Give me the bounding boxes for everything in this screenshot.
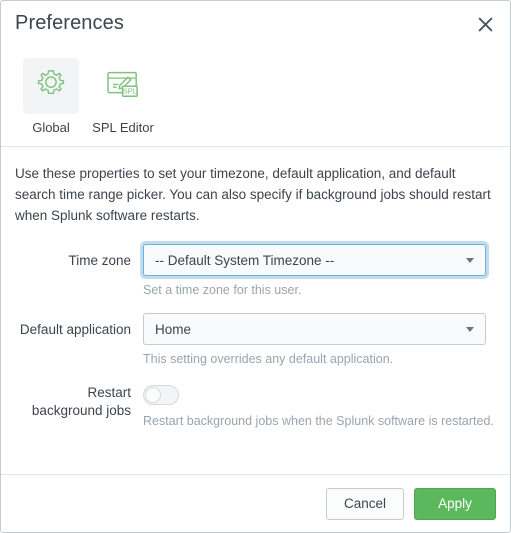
tab-spl-editor[interactable]: SPL SPL Editor bbox=[87, 58, 159, 146]
tab-global-label: Global bbox=[32, 120, 70, 135]
preferences-dialog: Preferences Global SPL SPL Editor Use th… bbox=[0, 0, 511, 533]
restart-background-jobs-label-line1: Restart bbox=[87, 385, 131, 400]
tab-global-icon-box bbox=[23, 58, 79, 114]
svg-text:SPL: SPL bbox=[123, 86, 138, 95]
default-application-select-value: Home bbox=[155, 321, 192, 337]
restart-background-jobs-label: Restart background jobs bbox=[15, 382, 143, 420]
gear-icon bbox=[32, 65, 70, 108]
cancel-button[interactable]: Cancel bbox=[326, 487, 404, 520]
restart-background-jobs-toggle[interactable] bbox=[143, 385, 179, 405]
default-application-select[interactable]: Home bbox=[143, 313, 486, 345]
timezone-select-value: -- Default System Timezone -- bbox=[155, 252, 335, 268]
timezone-label: Time zone bbox=[68, 253, 131, 268]
apply-button[interactable]: Apply bbox=[414, 487, 496, 520]
tab-spl-editor-label: SPL Editor bbox=[92, 120, 154, 135]
form-row-default-application: Default application Home This setting ov… bbox=[15, 313, 496, 368]
close-button[interactable] bbox=[472, 11, 498, 37]
intro-text: Use these properties to set your timezon… bbox=[15, 166, 491, 223]
spl-editor-icon: SPL bbox=[103, 65, 143, 108]
restart-background-jobs-help: Restart background jobs when the Splunk … bbox=[143, 414, 494, 428]
dialog-footer: Cancel Apply bbox=[1, 474, 510, 532]
timezone-help: Set a time zone for this user. bbox=[143, 283, 302, 297]
tab-global[interactable]: Global bbox=[15, 58, 87, 146]
form-row-restart-background-jobs: Restart background jobs Restart backgrou… bbox=[15, 382, 496, 430]
toggle-knob bbox=[145, 387, 161, 403]
form-row-timezone: Time zone -- Default System Timezone -- … bbox=[15, 244, 496, 299]
page-title: Preferences bbox=[15, 12, 124, 34]
dialog-header: Preferences bbox=[1, 1, 510, 54]
close-icon bbox=[478, 17, 493, 32]
chevron-down-icon bbox=[466, 258, 474, 263]
tab-strip: Global SPL SPL Editor bbox=[1, 54, 510, 147]
tab-spl-editor-icon-box: SPL bbox=[95, 58, 151, 114]
default-application-label: Default application bbox=[19, 322, 131, 337]
timezone-select[interactable]: -- Default System Timezone -- bbox=[143, 244, 486, 276]
dialog-body: Use these properties to set your timezon… bbox=[1, 147, 510, 474]
restart-background-jobs-label-line2: background jobs bbox=[31, 403, 131, 418]
chevron-down-icon bbox=[466, 327, 474, 332]
default-application-help: This setting overrides any default appli… bbox=[143, 352, 394, 366]
